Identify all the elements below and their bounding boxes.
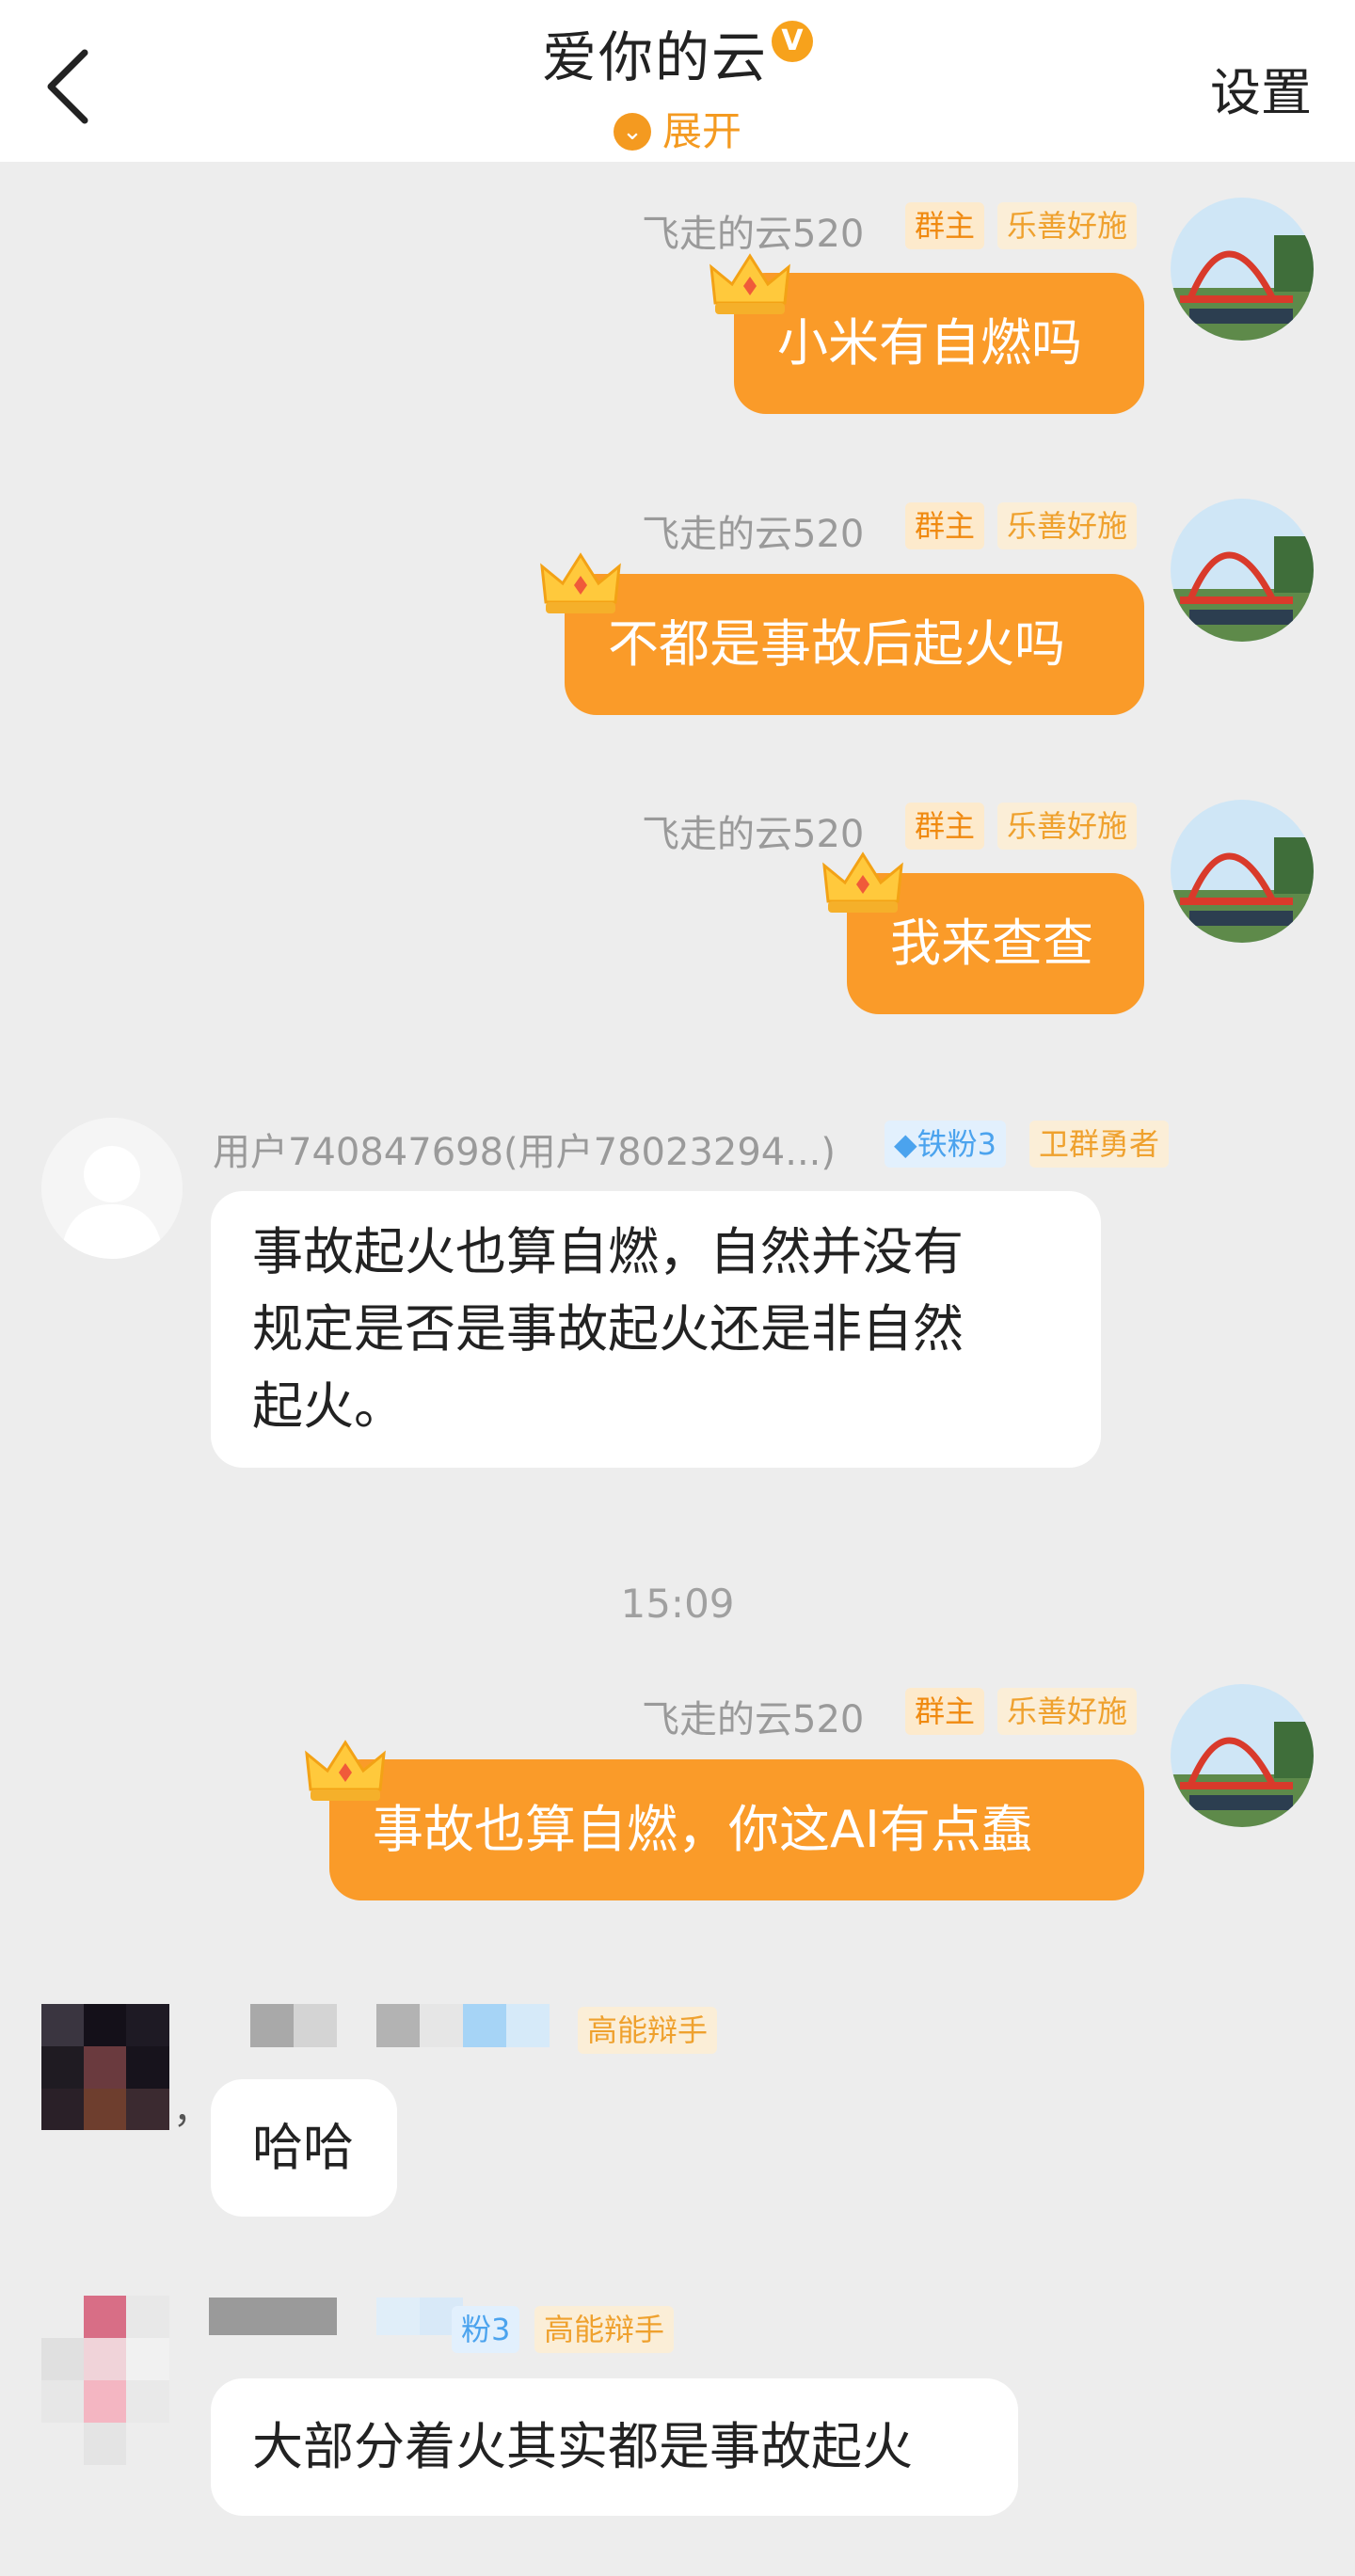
avatar[interactable]: [1171, 1684, 1314, 1827]
avatar[interactable]: [41, 2296, 169, 2465]
fan-level-tag: 粉3: [452, 2306, 520, 2353]
message-bubble[interactable]: 事故也算自燃，你这AI有点蠢: [329, 1759, 1144, 1900]
fan-level-tag: ◆铁粉3: [885, 1121, 1006, 1168]
avatar[interactable]: [1171, 198, 1314, 341]
sender-name[interactable]: 飞走的云520: [642, 1689, 864, 1743]
fan-level-label: 铁粉3: [917, 1126, 996, 1162]
chat-title: 爱你的云: [541, 25, 768, 89]
v-badge-icon: V: [772, 21, 813, 62]
top-bar: 爱你的云 V ⌄ 展开 设置: [0, 0, 1355, 162]
message-bubble[interactable]: 哈哈: [211, 2079, 397, 2217]
sender-name[interactable]: 飞走的云520: [642, 503, 864, 558]
bridge-photo-avatar: [1171, 800, 1314, 943]
bridge-photo-avatar: [1171, 499, 1314, 642]
settings-button[interactable]: 设置: [1210, 51, 1312, 125]
badge-tag: 乐善好施: [997, 1688, 1138, 1735]
role-tag: 群主: [905, 502, 985, 549]
diamond-icon: ◆: [894, 1126, 917, 1162]
badge-tag: 乐善好施: [997, 803, 1138, 850]
chevron-down-circle-icon: ⌄: [613, 112, 651, 151]
default-user-icon: [41, 1118, 183, 1259]
expand-label: 展开: [662, 108, 741, 154]
bridge-photo-avatar: [1171, 198, 1314, 341]
avatar[interactable]: [41, 1118, 183, 1259]
crown-icon: [822, 851, 903, 913]
chat-title-wrap[interactable]: 爱你的云 V: [0, 13, 1355, 92]
bridge-photo-avatar: [1171, 1684, 1314, 1827]
crown-icon: [709, 253, 790, 314]
badge-tag: 乐善好施: [997, 502, 1138, 549]
message-line: 事故起火也算自燃，自然并没有: [252, 1222, 964, 1281]
separator-mark: ，: [173, 2089, 211, 2132]
timestamp: 15:09: [620, 1581, 735, 1627]
role-tag: 群主: [905, 1688, 985, 1735]
sender-name[interactable]: 用户740847698(用户78023294...): [213, 1121, 836, 1176]
crown-icon: [540, 552, 621, 613]
badge-tag: 卫群勇者: [1029, 1121, 1170, 1168]
role-tag: 群主: [905, 803, 985, 850]
badge-tag: 高能辩手: [578, 2007, 718, 2054]
message-line: 规定是否是事故起火还是非自然: [252, 1299, 964, 1359]
avatar[interactable]: [1171, 499, 1314, 642]
role-tag: 群主: [905, 202, 985, 249]
avatar[interactable]: [1171, 800, 1314, 943]
redacted-sender-name[interactable]: [250, 2004, 561, 2047]
message-bubble[interactable]: 不都是事故后起火吗: [565, 574, 1144, 715]
avatar[interactable]: [41, 2004, 169, 2130]
message-line: 起火。: [252, 1376, 405, 1436]
crown-icon: [305, 1740, 386, 1801]
badge-tag: 乐善好施: [997, 202, 1138, 249]
badge-tag: 高能辩手: [534, 2306, 675, 2353]
message-bubble[interactable]: 小米有自燃吗: [734, 273, 1144, 414]
expand-toggle[interactable]: ⌄ 展开: [0, 100, 1355, 157]
message-bubble[interactable]: 大部分着火其实都是事故起火: [211, 2378, 1018, 2516]
message-bubble[interactable]: 事故起火也算自燃，自然并没有 规定是否是事故起火还是非自然 起火。: [211, 1191, 1101, 1468]
